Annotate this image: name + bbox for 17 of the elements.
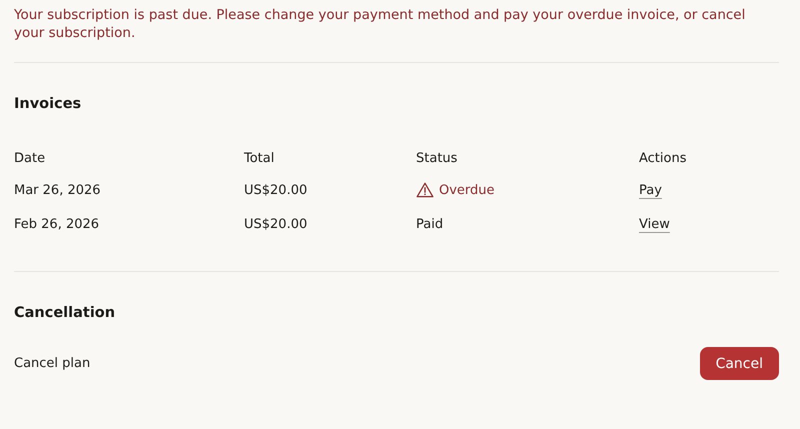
- section-heading: Invoices: [14, 95, 82, 113]
- column-header: Date: [14, 150, 46, 166]
- status-text: Overdue: [439, 182, 495, 198]
- section-heading: Cancellation: [14, 304, 116, 322]
- cancel-button[interactable]: Cancel: [700, 347, 779, 380]
- column-header: Total: [244, 150, 276, 166]
- table-cell-text: US$20.00: [244, 182, 308, 198]
- table-cell-text: US$20.00: [244, 216, 308, 232]
- status-text: Paid: [416, 216, 444, 232]
- column-header: Actions: [639, 150, 688, 166]
- column-header: Status: [416, 150, 458, 166]
- table-cell-text: Feb 26, 2026: [14, 216, 100, 232]
- table-cell-text: Mar 26, 2026: [14, 182, 102, 198]
- past-due-message: Your subscription is past due. Please change your payment method and pay your overdue invoice, or cancel your subscription.: [14, 6, 746, 42]
- cancel-plan-label: Cancel plan: [14, 356, 90, 371]
- invoice-action-link[interactable]: View: [639, 216, 670, 232]
- invoice-action-link[interactable]: Pay: [639, 182, 662, 198]
